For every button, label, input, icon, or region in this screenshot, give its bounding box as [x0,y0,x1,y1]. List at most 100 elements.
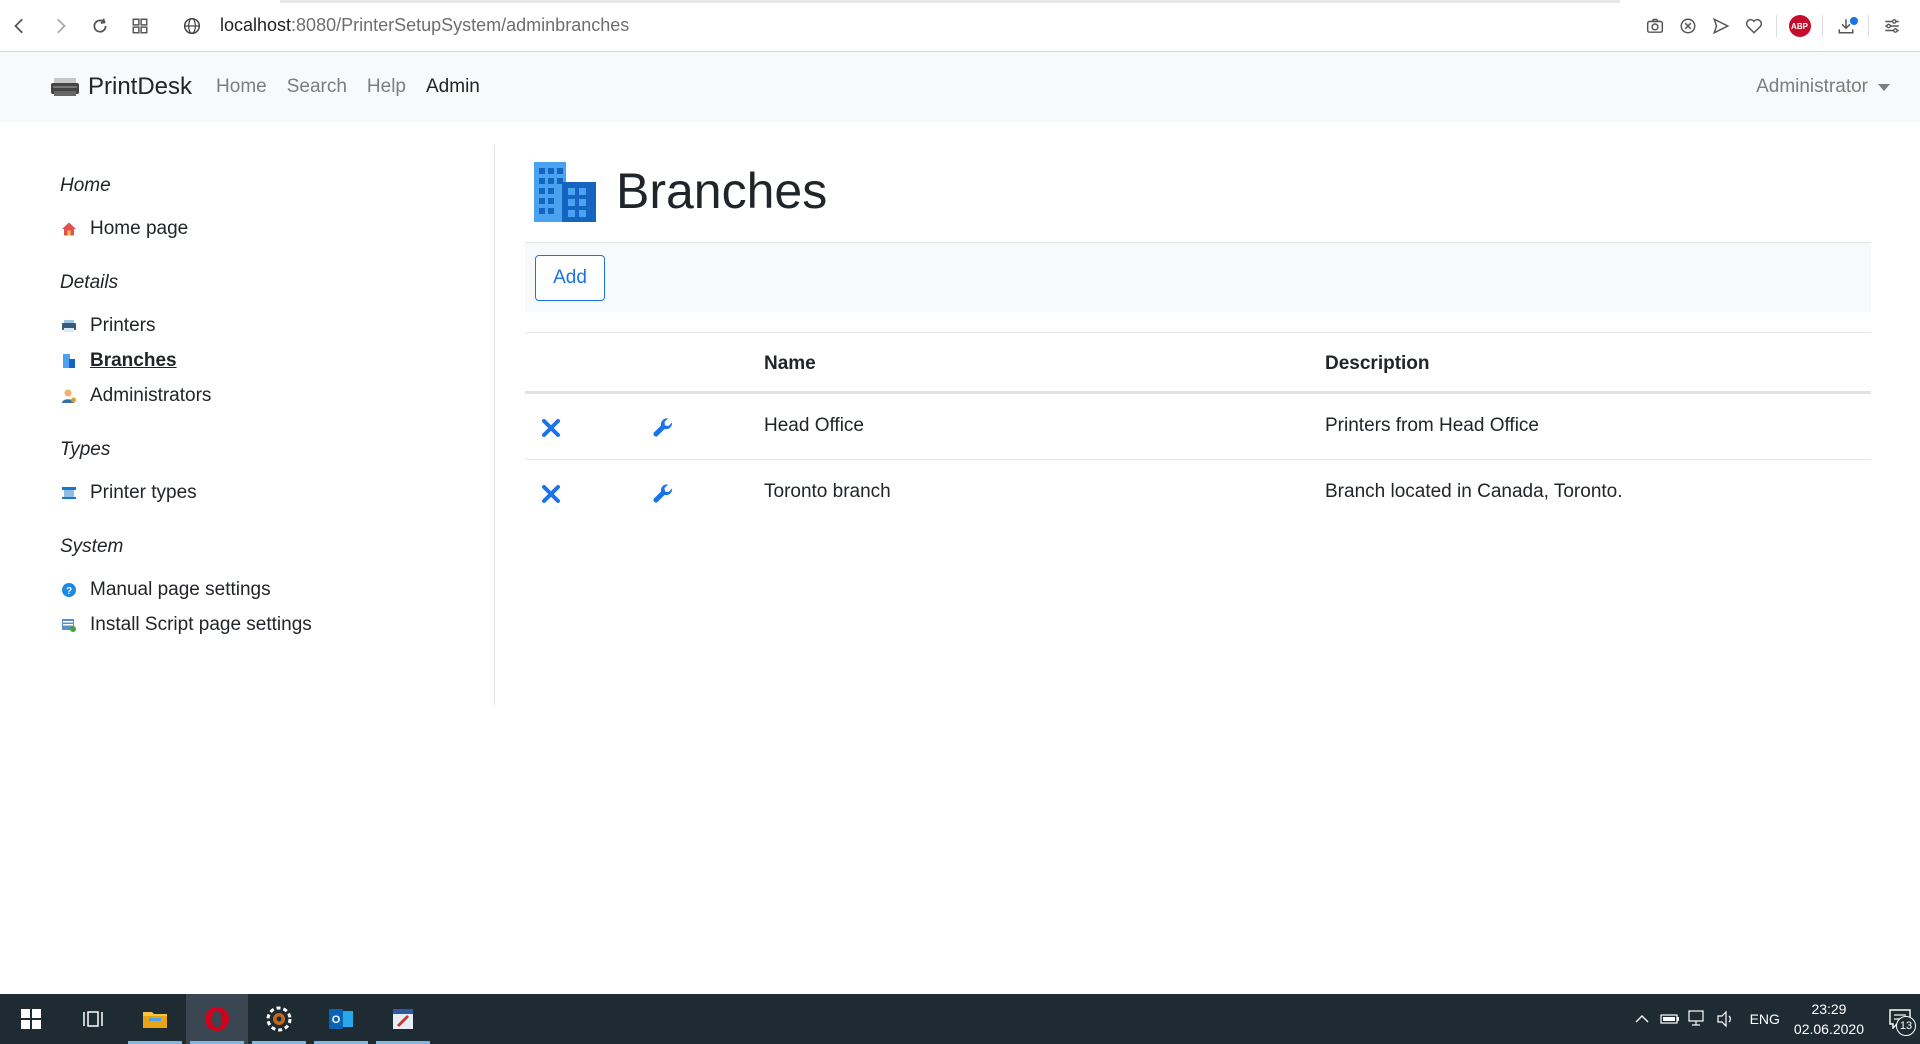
add-branch-button[interactable]: Add [535,255,605,301]
nav-help[interactable]: Help [367,76,406,98]
taskbar-settings-app[interactable] [248,994,310,1044]
sidebar-item-printer-types[interactable]: Printer types [60,475,460,510]
app-navbar: PrintDesk Home Search Help Admin Adminis… [0,52,1920,122]
nav-home[interactable]: Home [216,76,267,98]
delete-x-icon [542,485,560,503]
tracker-blocker-button[interactable] [1671,10,1704,43]
clock[interactable]: 23:29 02.06.2020 [1794,999,1864,1039]
actions-toolbar: Add [525,242,1871,312]
gear-app-icon [266,1006,292,1032]
grid-icon [132,18,148,33]
flow-button[interactable] [1704,10,1737,43]
brand[interactable]: PrintDesk [50,73,192,101]
user-name: Administrator [1756,76,1868,97]
nav-admin[interactable]: Admin [426,76,480,98]
opera-icon [205,1007,229,1031]
camera-icon [1646,18,1663,33]
user-menu[interactable]: Administrator [1756,76,1890,98]
bookmarks-button[interactable] [1737,10,1770,43]
network-status[interactable] [1684,994,1712,1044]
blocker-icon [1680,18,1695,34]
sidebar-item-administrators[interactable]: Administrators [60,378,460,413]
brand-name: PrintDesk [88,73,193,100]
system-tray: ENG 23:29 02.06.2020 13 [1628,994,1920,1044]
table-row: Head Office Printers from Head Office [525,394,1871,460]
battery-status[interactable] [1656,994,1684,1044]
building-icon [60,352,78,370]
active-tab-indicator [280,0,1620,3]
script-settings-icon [60,616,78,634]
delete-button[interactable] [539,482,563,506]
heart-icon [1745,18,1762,34]
sidebar-section-types: Types [60,439,111,460]
sidebar-item-label: Manual page settings [90,578,271,600]
speed-dial-button[interactable] [120,6,160,46]
printer-icon [60,317,78,335]
folder-icon [143,1012,167,1028]
forward-button[interactable] [40,6,80,46]
toolbar-separator [1776,15,1777,37]
browser-toolbar: localhost:8080/PrinterSetupSystem/adminb… [0,0,1920,52]
printer-type-icon [60,484,78,502]
cell-description: Branch located in Canada, Toronto. [1325,481,1623,502]
admin-user-icon [60,387,78,405]
toolbar-separator [1822,15,1823,37]
back-button[interactable] [0,6,40,46]
taskbar-opera[interactable] [186,994,248,1044]
edit-button[interactable] [651,482,675,506]
edit-button[interactable] [651,416,675,440]
address-bar[interactable]: localhost:8080/PrinterSetupSystem/adminb… [172,15,629,36]
adblock-button[interactable]: ABP [1783,10,1816,43]
task-view-icon [83,1011,103,1027]
sidebar-section-system: System [60,536,124,557]
sidebar-section-home: Home [60,175,111,196]
cell-name: Toronto branch [764,481,891,502]
taskbar-outlook[interactable]: O [310,994,372,1044]
column-header-name[interactable]: Name [764,353,816,375]
toolbar-separator [1868,15,1869,37]
easy-setup-button[interactable] [1875,10,1908,43]
branches-table: Name Description Head Office Printers fr… [525,332,1871,526]
sidebar-item-install-script-settings[interactable]: Install Script page settings [60,607,460,642]
sidebar-item-label: Administrators [90,384,212,406]
chevron-right-icon [57,18,66,33]
sidebar-item-label: Printers [90,314,156,336]
input-language[interactable]: ENG [1750,1011,1780,1027]
url-path: :8080/PrinterSetupSystem/adminbranches [291,15,630,35]
sidebar-item-printers[interactable]: Printers [60,308,460,343]
delete-x-icon [542,419,560,437]
home-icon [60,220,78,238]
svg-text:O: O [332,1014,341,1026]
outlook-icon: O [329,1009,353,1029]
delete-button[interactable] [539,416,563,440]
start-button[interactable] [0,994,62,1044]
show-hidden-icons-button[interactable] [1628,994,1656,1044]
main-nav: Home Search Help Admin [216,76,500,98]
notification-count-badge: 13 [1896,1016,1916,1036]
admin-sidebar: Home Home page Details Printers Branches… [60,175,460,642]
table-header: Name Description [525,332,1871,394]
nav-search[interactable]: Search [287,76,347,98]
sidebar-divider [494,145,495,705]
caret-down-icon [1878,83,1890,91]
download-dot-icon [1850,16,1858,25]
sidebar-item-manual-page-settings[interactable]: ? Manual page settings [60,572,460,607]
column-header-description[interactable]: Description [1325,353,1430,375]
sidebar-item-home-page[interactable]: Home page [60,211,460,246]
volume-control[interactable] [1712,994,1740,1044]
snapshot-button[interactable] [1638,10,1671,43]
windows-logo-icon [21,1009,41,1029]
taskbar-editor-app[interactable] [372,994,434,1044]
chevron-up-icon [1635,1015,1649,1023]
task-view-button[interactable] [62,994,124,1044]
reload-button[interactable] [80,6,120,46]
action-center-button[interactable]: 13 [1880,994,1920,1044]
cell-name: Head Office [764,415,864,436]
url-text: localhost:8080/PrinterSetupSystem/adminb… [220,15,629,36]
table-row: Toronto branch Branch located in Canada,… [525,460,1871,526]
downloads-button[interactable] [1829,10,1862,43]
sidebar-item-branches[interactable]: Branches [60,343,460,378]
taskbar-file-explorer[interactable] [124,994,186,1044]
page-title: Branches [616,163,828,219]
sidebar-item-label: Printer types [90,481,197,503]
